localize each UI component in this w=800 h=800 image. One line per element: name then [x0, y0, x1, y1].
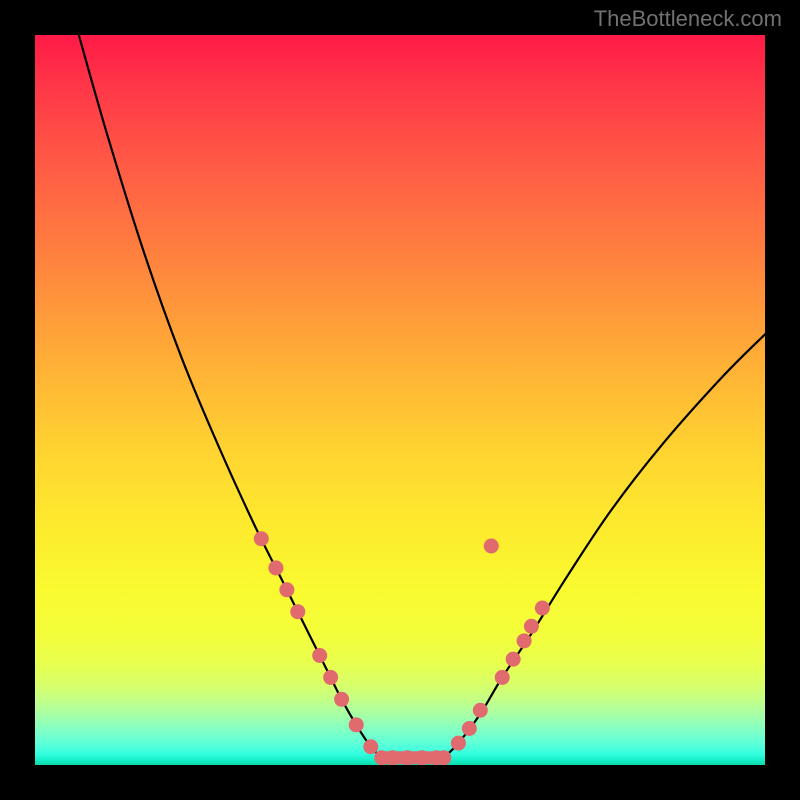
watermark-text: TheBottleneck.com: [594, 6, 782, 32]
data-point: [254, 531, 269, 546]
plot-area: [35, 35, 765, 765]
data-point: [323, 670, 338, 685]
data-point: [279, 582, 294, 597]
series-left-curve: [79, 35, 382, 758]
data-point: [535, 601, 550, 616]
data-point: [414, 750, 429, 765]
data-point: [400, 750, 415, 765]
curve-lines: [79, 35, 765, 758]
data-markers: [254, 531, 550, 765]
data-point: [268, 560, 283, 575]
data-point: [484, 539, 499, 554]
data-point: [349, 717, 364, 732]
data-point: [524, 619, 539, 634]
data-point: [312, 648, 327, 663]
chart-svg: [35, 35, 765, 765]
data-point: [363, 739, 378, 754]
data-point: [334, 692, 349, 707]
data-point: [451, 736, 466, 751]
data-point: [385, 750, 400, 765]
data-point: [436, 750, 451, 765]
data-point: [506, 652, 521, 667]
data-point: [290, 604, 305, 619]
data-point: [495, 670, 510, 685]
data-point: [473, 703, 488, 718]
data-point: [462, 721, 477, 736]
data-point: [517, 633, 532, 648]
